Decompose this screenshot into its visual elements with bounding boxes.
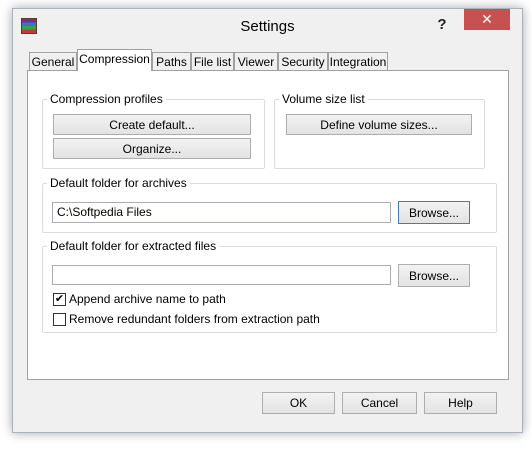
remove-redundant-checkbox[interactable]: [53, 313, 66, 326]
help-button[interactable]: Help: [424, 392, 497, 414]
remove-redundant-option[interactable]: Remove redundant folders from extraction…: [53, 312, 353, 328]
tab-integration[interactable]: Integration: [328, 52, 388, 71]
archive-folder-group: Default folder for archives C:\Softpedia…: [42, 176, 497, 233]
archive-folder-legend: Default folder for archives: [47, 176, 190, 190]
volume-size-list-legend: Volume size list: [279, 92, 368, 106]
append-archive-name-checkbox[interactable]: ✔: [53, 293, 66, 306]
extract-folder-group: Default folder for extracted files Brows…: [42, 239, 497, 333]
ok-button[interactable]: OK: [262, 392, 335, 414]
compression-profiles-legend: Compression profiles: [47, 92, 166, 106]
tab-general[interactable]: General: [29, 52, 77, 71]
volume-size-list-group: Volume size list Define volume sizes...: [274, 92, 485, 169]
tab-file-list[interactable]: File list: [191, 52, 234, 71]
tab-paths[interactable]: Paths: [152, 52, 191, 71]
title-bar[interactable]: Settings ? ✕: [13, 9, 522, 41]
archive-folder-input[interactable]: C:\Softpedia Files: [52, 202, 391, 223]
cancel-button[interactable]: Cancel: [342, 392, 417, 414]
tab-compression[interactable]: Compression: [77, 49, 152, 71]
append-archive-name-label[interactable]: Append archive name to path: [69, 292, 226, 306]
tab-security[interactable]: Security: [278, 52, 328, 71]
create-default-button[interactable]: Create default...: [53, 114, 251, 135]
remove-redundant-label[interactable]: Remove redundant folders from extraction…: [69, 312, 320, 326]
compression-tab-panel: Compression profiles Create default... O…: [27, 70, 509, 380]
define-volume-sizes-button[interactable]: Define volume sizes...: [286, 114, 472, 135]
close-button[interactable]: ✕: [464, 9, 510, 30]
organize-button[interactable]: Organize...: [53, 138, 251, 159]
extract-folder-browse-button[interactable]: Browse...: [398, 264, 470, 287]
help-titlebar-button[interactable]: ?: [431, 15, 453, 35]
tab-viewer[interactable]: Viewer: [234, 52, 278, 71]
settings-window: Settings ? ✕ General Compression Paths F…: [12, 8, 523, 433]
extract-folder-input[interactable]: [52, 265, 391, 285]
append-archive-name-option[interactable]: ✔ Append archive name to path: [53, 292, 353, 308]
archive-folder-browse-button[interactable]: Browse...: [398, 201, 470, 224]
extract-folder-legend: Default folder for extracted files: [47, 239, 220, 253]
compression-profiles-group: Compression profiles Create default... O…: [42, 92, 265, 169]
